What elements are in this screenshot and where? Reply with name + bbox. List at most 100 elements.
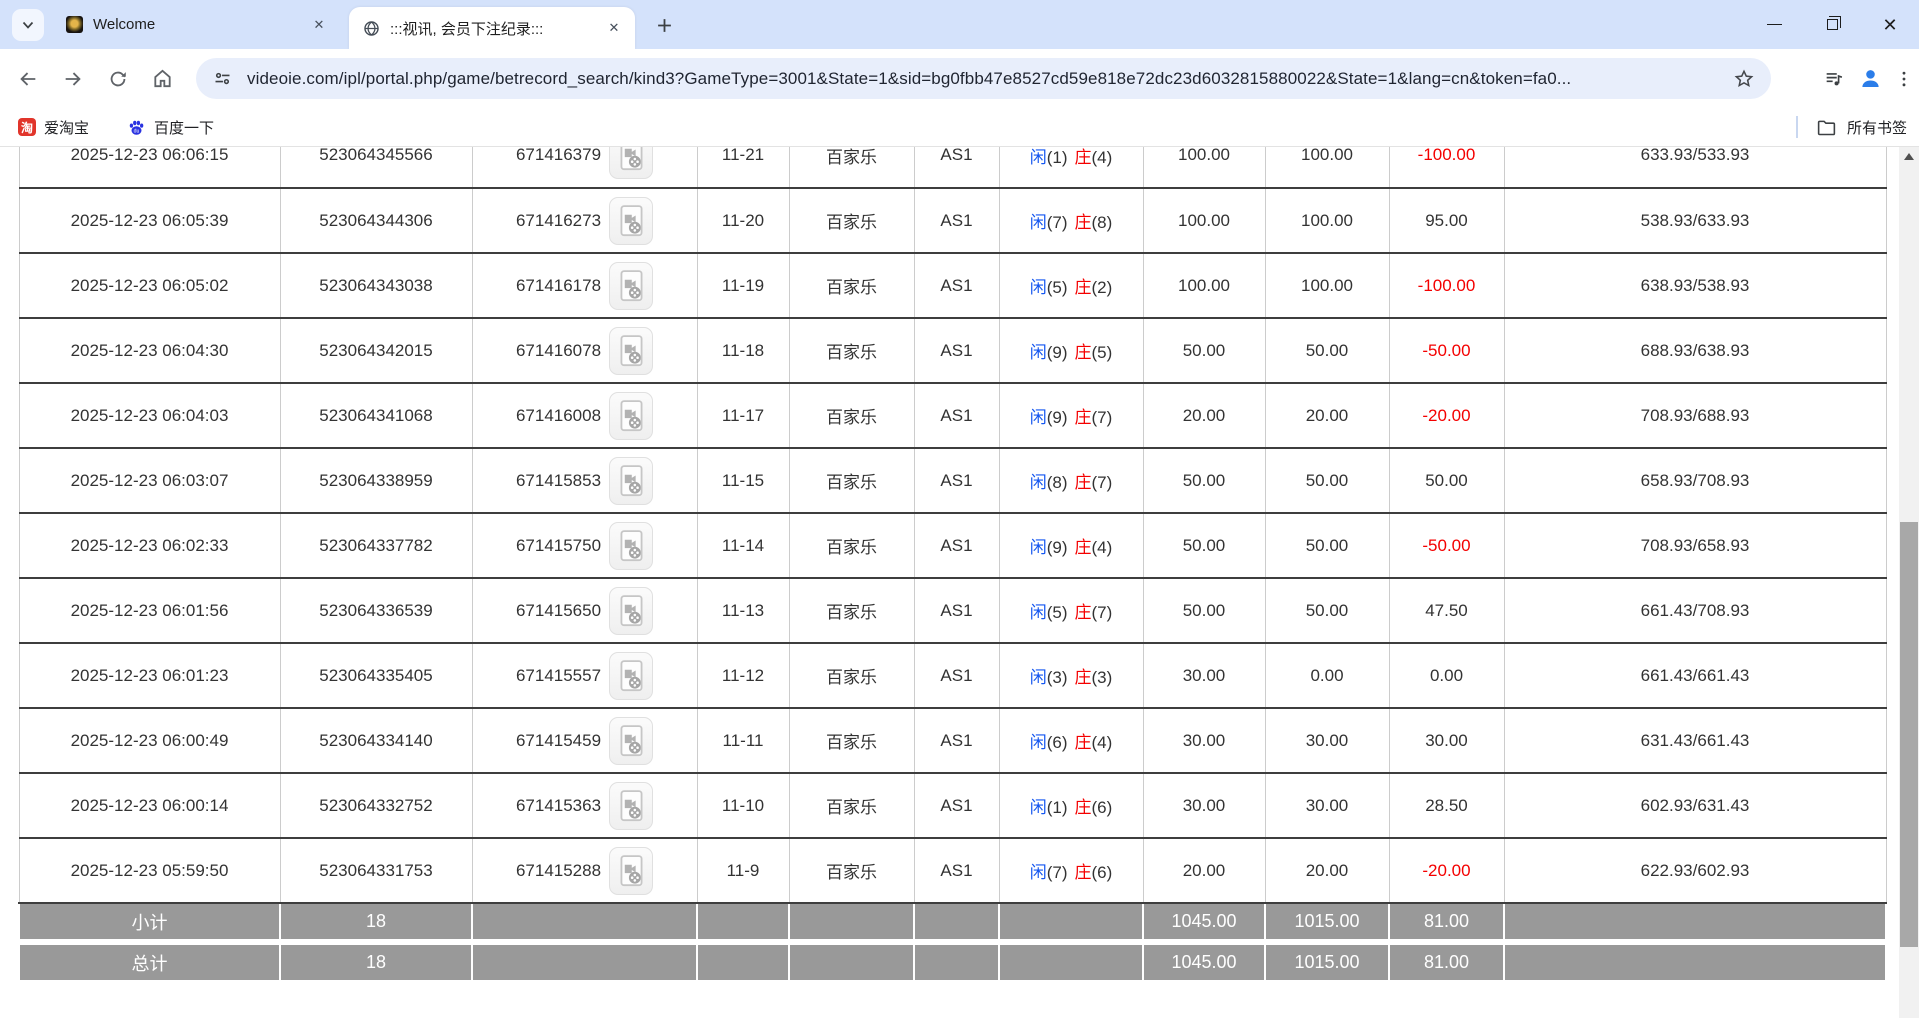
tab-close-icon[interactable]: ✕	[603, 17, 625, 39]
close-icon: ✕	[1882, 16, 1897, 34]
cell-bet-amount: 50.00	[1143, 513, 1265, 578]
video-replay-button[interactable]	[609, 147, 653, 179]
cell-bet-time: 2025-12-23 06:00:14	[19, 773, 280, 838]
cell-balance: 708.93/658.93	[1504, 513, 1886, 578]
cell-round: 11-15	[697, 448, 789, 513]
game-id-text: 671416178	[516, 276, 601, 296]
profile-button[interactable]	[1852, 60, 1889, 97]
new-tab-button[interactable]	[650, 11, 678, 39]
player-label: 闲	[1030, 798, 1047, 817]
cell-bet-amount: 30.00	[1143, 708, 1265, 773]
player-label: 闲	[1030, 213, 1047, 232]
video-replay-button[interactable]	[609, 522, 653, 570]
cell-win-loss: 0.00	[1389, 643, 1504, 708]
three-dots-icon	[1894, 69, 1914, 89]
cell-note-id: 523064337782	[280, 513, 472, 578]
game-id-text: 671416078	[516, 341, 601, 361]
globe-favicon-icon	[363, 20, 380, 37]
video-replay-button[interactable]	[609, 327, 653, 375]
cell-note-id: 523064345566	[280, 147, 472, 188]
video-replay-button[interactable]	[609, 652, 653, 700]
tab-bet-record[interactable]: :::视讯, 会员下注纪录::: ✕	[349, 7, 635, 49]
vertical-scrollbar[interactable]	[1899, 147, 1919, 1018]
forward-button[interactable]	[54, 60, 91, 97]
bet-record-row: 2025-12-23 06:05:39 523064344306 6714162…	[19, 188, 1886, 253]
video-replay-button[interactable]	[609, 457, 653, 505]
player-label: 闲	[1030, 343, 1047, 362]
cell-valid-amount: 50.00	[1265, 513, 1389, 578]
video-replay-button[interactable]	[609, 262, 653, 310]
video-replay-button[interactable]	[609, 392, 653, 440]
cell-note-id: 523064336539	[280, 578, 472, 643]
player-label: 闲	[1030, 408, 1047, 427]
game-id-text: 671415750	[516, 536, 601, 556]
summary-row: 小计 18 1045.00 1015.00 81.00	[19, 903, 1886, 942]
cell-win-loss: 28.50	[1389, 773, 1504, 838]
cell-round: 11-10	[697, 773, 789, 838]
cell-game-name: 百家乐	[789, 383, 914, 448]
site-info-icon[interactable]	[212, 68, 233, 89]
tab-close-icon[interactable]: ✕	[308, 14, 330, 36]
video-file-icon	[616, 204, 647, 238]
cell-win-loss: -100.00	[1389, 147, 1504, 188]
media-controls-button[interactable]	[1815, 60, 1852, 97]
cell-result: 闲(1)庄(4)	[999, 147, 1143, 188]
cell-bet-amount: 20.00	[1143, 838, 1265, 903]
address-bar[interactable]: videoie.com/ipl/portal.php/game/betrecor…	[196, 58, 1771, 99]
banker-label: 庄	[1075, 213, 1092, 232]
cell-bet-time: 2025-12-23 06:01:56	[19, 578, 280, 643]
all-bookmarks[interactable]: 所有书签	[1796, 116, 1907, 138]
cell-note-id: 523064334140	[280, 708, 472, 773]
cell-result: 闲(7)庄(8)	[999, 188, 1143, 253]
bookmark-aitaobao[interactable]: 淘 爱淘宝	[10, 113, 97, 141]
minimize-button[interactable]	[1745, 0, 1803, 49]
back-button[interactable]	[9, 60, 46, 97]
tab-welcome[interactable]: Welcome ✕	[52, 0, 340, 49]
bet-record-table: 2025-12-23 06:06:15 523064345566 6714163…	[18, 147, 1887, 982]
cell-game-name: 百家乐	[789, 318, 914, 383]
video-replay-button[interactable]	[609, 587, 653, 635]
video-replay-button[interactable]	[609, 197, 653, 245]
player-label: 闲	[1030, 278, 1047, 297]
cell-game-name: 百家乐	[789, 253, 914, 318]
cell-bet-amount: 50.00	[1143, 318, 1265, 383]
banker-label: 庄	[1075, 733, 1092, 752]
bookmark-baidu[interactable]: du 百度一下	[119, 113, 222, 141]
cell-game-name: 百家乐	[789, 643, 914, 708]
tab-search-button[interactable]	[12, 9, 44, 41]
cell-balance: 631.43/661.43	[1504, 708, 1886, 773]
video-file-icon	[616, 464, 647, 498]
scroll-up-arrow-icon[interactable]	[1904, 153, 1914, 160]
baidu-paw-icon: du	[127, 118, 146, 137]
video-replay-button[interactable]	[609, 717, 653, 765]
close-button[interactable]: ✕	[1861, 0, 1919, 49]
game-id-text: 671415288	[516, 861, 601, 881]
cell-valid-amount: 100.00	[1265, 188, 1389, 253]
home-button[interactable]	[144, 60, 181, 97]
restore-button[interactable]	[1803, 0, 1861, 49]
url-text[interactable]: videoie.com/ipl/portal.php/game/betrecor…	[247, 69, 1733, 89]
summary-valid-total: 1015.00	[1265, 942, 1389, 981]
bet-record-row: 2025-12-23 06:01:23 523064335405 6714155…	[19, 643, 1886, 708]
menu-button[interactable]	[1889, 60, 1919, 97]
banker-label: 庄	[1075, 278, 1092, 297]
cell-account: AS1	[914, 838, 999, 903]
cell-game-id: 671415459	[472, 708, 697, 773]
video-file-icon	[616, 269, 647, 303]
summary-winloss-total: 81.00	[1389, 903, 1504, 942]
video-replay-button[interactable]	[609, 782, 653, 830]
cell-bet-amount: 100.00	[1143, 188, 1265, 253]
reload-button[interactable]	[99, 60, 136, 97]
tab-title: Welcome	[93, 16, 308, 33]
profile-avatar-icon	[1858, 66, 1883, 91]
scrollbar-thumb[interactable]	[1900, 522, 1918, 947]
video-replay-button[interactable]	[609, 847, 653, 895]
bookmark-star-icon[interactable]	[1733, 68, 1755, 90]
welcome-favicon-icon	[66, 16, 83, 33]
cell-game-name: 百家乐	[789, 773, 914, 838]
restore-icon	[1827, 19, 1838, 30]
bet-record-row: 2025-12-23 06:05:02 523064343038 6714161…	[19, 253, 1886, 318]
cell-game-id: 671415650	[472, 578, 697, 643]
cell-balance: 638.93/538.93	[1504, 253, 1886, 318]
cell-valid-amount: 0.00	[1265, 643, 1389, 708]
